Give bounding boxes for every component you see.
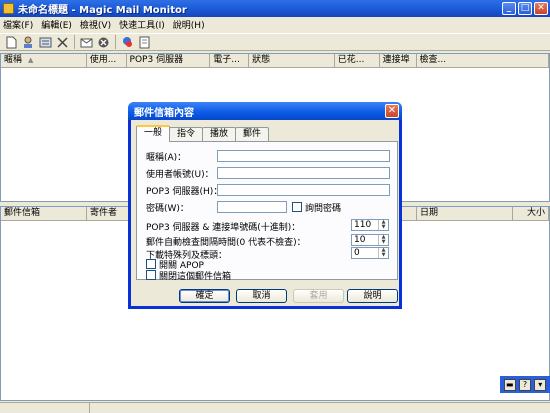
username-input[interactable] [217,167,390,179]
nickname-label: 暱稱(A)： [146,153,187,163]
stop-icon[interactable] [95,34,111,50]
spin-arrows-icon[interactable]: ▲ ▼ [378,248,388,258]
toolbar-separator [115,35,116,49]
app-icon [3,3,14,14]
headers-stepper[interactable]: 0 ▲ ▼ [351,247,389,259]
menu-tools[interactable]: 快速工具(I) [119,18,165,31]
menu-view[interactable]: 檢視(V) [80,18,111,31]
delete-icon[interactable] [54,34,70,50]
dialog-title: 郵件信箱內容 [134,107,194,119]
help-button[interactable]: 說明 [347,289,398,303]
port-value: 110 [354,220,372,230]
window-title: 未命名標題 - Magic Mail Monitor [18,5,187,16]
column-email[interactable]: 電子... [210,54,250,67]
dialog-titlebar[interactable]: 郵件信箱內容 ✕ [128,102,402,120]
tab-general[interactable]: 一般 [136,125,171,142]
password-input[interactable] [217,201,287,213]
window-titlebar[interactable]: 未命名標題 - Magic Mail Monitor _ □ ✕ [0,0,550,17]
check-mail-icon[interactable] [78,34,94,50]
username-label: 使用者帳號(U)： [146,170,214,180]
tray-help-icon[interactable]: ? [518,378,531,391]
tab-mail[interactable]: 郵件 [235,127,270,141]
menu-edit[interactable]: 編輯(E) [41,18,72,31]
dialog-tabs: 一般 指令 播放 郵件 [136,125,270,142]
tab-commands[interactable]: 指令 [169,127,204,141]
column-nickname[interactable]: 暱稱 ▲ [1,54,87,67]
column-label: 暱稱 [4,55,23,65]
status-cell [90,403,550,413]
tab-playback[interactable]: 播放 [202,127,237,141]
tray-minimize-icon[interactable]: ▬ [503,378,516,391]
notepad-icon[interactable] [136,34,152,50]
interval-stepper[interactable]: 10 ▲ ▼ [351,234,389,246]
disable-mailbox-label: 關閉這個郵件信箱 [159,272,232,282]
apply-button[interactable]: 套用 [293,289,344,303]
tray-toolbar: ▬ ? ▾ [500,376,550,393]
column-elapsed[interactable]: 已花... [335,54,380,67]
close-button[interactable]: ✕ [534,2,548,15]
column-username[interactable]: 使用... [87,54,127,67]
column-date[interactable]: 日期 [417,207,513,220]
new-file-icon[interactable] [3,34,19,50]
status-cell [0,403,90,413]
mailbox-properties-dialog: 郵件信箱內容 ✕ 一般 指令 播放 郵件 暱稱(A)： 使用者帳號(U)： PO… [128,102,402,309]
ask-password-label: 詢問密碼 [305,204,342,214]
dialog-close-button[interactable]: ✕ [385,104,399,118]
interval-value: 10 [354,235,366,245]
status-bar [0,402,550,413]
menu-help[interactable]: 說明(H) [173,18,205,31]
menu-file[interactable]: 檔案(F) [3,18,33,31]
tray-menu-icon[interactable]: ▾ [534,378,547,391]
sort-up-icon: ▲ [28,56,34,64]
spin-arrows-icon[interactable]: ▲ ▼ [378,220,388,230]
column-check[interactable]: 檢查... [417,54,549,67]
minimize-button[interactable]: _ [502,2,516,15]
pop3-server-input[interactable] [217,184,390,196]
column-status[interactable]: 狀態 [249,54,335,67]
headers-value: 0 [354,248,360,258]
apop-checkbox[interactable] [146,259,156,269]
nickname-input[interactable] [217,150,390,162]
mailbox-list-header: 暱稱 ▲ 使用... POP3 伺服器 電子... 狀態 已花... 連接埠 檢查… [1,54,549,68]
column-size[interactable]: 大小 [513,207,549,220]
interval-label: 郵件自動檢查間隔時間(0 代表不檢查)： [146,238,306,248]
user-icon[interactable] [119,34,135,50]
disable-mailbox-checkbox[interactable] [146,270,156,280]
pop3-server-label: POP3 伺服器(H)： [146,187,223,197]
menu-bar: 檔案(F) 編輯(E) 檢視(V) 快速工具(I) 說明(H) [0,17,550,31]
column-pop3[interactable]: POP3 伺服器 [127,54,211,67]
spin-arrows-icon[interactable]: ▲ ▼ [378,235,388,245]
column-mailbox[interactable]: 郵件信箱 [1,207,87,220]
ok-button[interactable]: 確定 [179,289,230,303]
maximize-button[interactable]: □ [518,2,532,15]
tab-panel-general: 暱稱(A)： 使用者帳號(U)： POP3 伺服器(H)： 密碼(W)： 詢問密… [136,141,398,282]
toolbar-separator [74,35,75,49]
toolbar [0,33,550,51]
port-stepper[interactable]: 110 ▲ ▼ [351,219,389,231]
add-account-icon[interactable] [20,34,36,50]
ask-password-checkbox[interactable] [292,202,302,212]
password-label: 密碼(W)： [146,204,189,214]
column-port[interactable]: 連接埠 [380,54,417,67]
properties-icon[interactable] [37,34,53,50]
port-label: POP3 伺服器 & 連接埠號碼(十進制)： [146,223,301,233]
cancel-button[interactable]: 取消 [236,289,287,303]
